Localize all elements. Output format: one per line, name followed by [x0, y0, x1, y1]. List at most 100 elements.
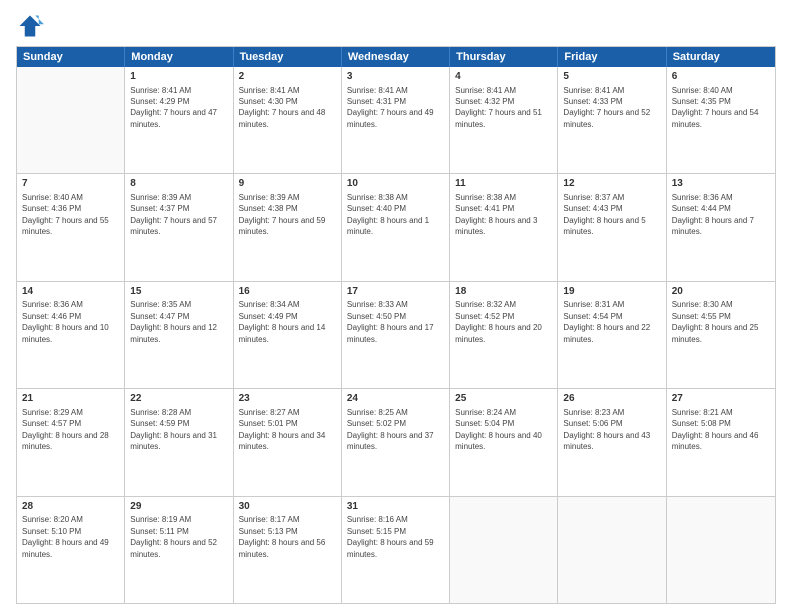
cell-info: Sunrise: 8:27 AMSunset: 5:01 PMDaylight:…	[239, 408, 326, 451]
logo-icon	[16, 12, 44, 40]
day-number: 15	[130, 285, 227, 299]
cell-info: Sunrise: 8:33 AMSunset: 4:50 PMDaylight:…	[347, 300, 434, 343]
calendar-row-0: 1 Sunrise: 8:41 AMSunset: 4:29 PMDaylight…	[17, 67, 775, 174]
day-number: 21	[22, 392, 119, 406]
header-day-saturday: Saturday	[667, 47, 775, 67]
day-cell-16: 16Sunrise: 8:34 AMSunset: 4:49 PMDayligh…	[234, 282, 342, 388]
day-cell-23: 23 Sunrise: 8:27 AMSunset: 5:01 PMDayligh…	[234, 389, 342, 495]
day-number: 26	[563, 392, 660, 406]
cell-info: Sunrise: 8:36 AMSunset: 4:44 PMDaylight:…	[672, 193, 754, 236]
day-cell-19: 19Sunrise: 8:31 AMSunset: 4:54 PMDayligh…	[558, 282, 666, 388]
cell-info: Sunrise: 8:32 AMSunset: 4:52 PMDaylight:…	[455, 300, 542, 343]
day-cell-15: 15Sunrise: 8:35 AMSunset: 4:47 PMDayligh…	[125, 282, 233, 388]
day-cell-2: 2 Sunrise: 8:41 AMSunset: 4:30 PMDaylight…	[234, 67, 342, 173]
day-cell-1: 1 Sunrise: 8:41 AMSunset: 4:29 PMDaylight…	[125, 67, 233, 173]
day-number: 27	[672, 392, 770, 406]
day-number: 18	[455, 285, 552, 299]
day-number: 20	[672, 285, 770, 299]
day-cell-12: 12Sunrise: 8:37 AMSunset: 4:43 PMDayligh…	[558, 174, 666, 280]
day-cell-empty	[558, 497, 666, 603]
day-cell-6: 6 Sunrise: 8:40 AMSunset: 4:35 PMDaylight…	[667, 67, 775, 173]
day-cell-18: 18Sunrise: 8:32 AMSunset: 4:52 PMDayligh…	[450, 282, 558, 388]
header-day-wednesday: Wednesday	[342, 47, 450, 67]
calendar-row-4: 28Sunrise: 8:20 AMSunset: 5:10 PMDayligh…	[17, 497, 775, 603]
header	[16, 12, 776, 40]
day-number: 22	[130, 392, 227, 406]
day-cell-3: 3 Sunrise: 8:41 AMSunset: 4:31 PMDaylight…	[342, 67, 450, 173]
cell-info: Sunrise: 8:24 AMSunset: 5:04 PMDaylight:…	[455, 408, 542, 451]
day-number: 23	[239, 392, 336, 406]
day-number: 1	[130, 70, 227, 84]
day-cell-empty	[450, 497, 558, 603]
calendar-row-3: 21 Sunrise: 8:29 AMSunset: 4:57 PMDayligh…	[17, 389, 775, 496]
cell-info: Sunrise: 8:19 AMSunset: 5:11 PMDaylight:…	[130, 515, 217, 558]
header-day-tuesday: Tuesday	[234, 47, 342, 67]
day-cell-7: 7 Sunrise: 8:40 AMSunset: 4:36 PMDaylight…	[17, 174, 125, 280]
day-number: 9	[239, 177, 336, 191]
page: SundayMondayTuesdayWednesdayThursdayFrid…	[0, 0, 792, 612]
day-cell-9: 9 Sunrise: 8:39 AMSunset: 4:38 PMDaylight…	[234, 174, 342, 280]
day-cell-8: 8 Sunrise: 8:39 AMSunset: 4:37 PMDaylight…	[125, 174, 233, 280]
header-day-friday: Friday	[558, 47, 666, 67]
cell-info: Sunrise: 8:17 AMSunset: 5:13 PMDaylight:…	[239, 515, 326, 558]
cell-info: Sunrise: 8:37 AMSunset: 4:43 PMDaylight:…	[563, 193, 645, 236]
header-day-monday: Monday	[125, 47, 233, 67]
cell-info: Sunrise: 8:41 AMSunset: 4:33 PMDaylight:…	[563, 86, 650, 129]
cell-info: Sunrise: 8:34 AMSunset: 4:49 PMDaylight:…	[239, 300, 326, 343]
cell-info: Sunrise: 8:39 AMSunset: 4:37 PMDaylight:…	[130, 193, 217, 236]
calendar-header: SundayMondayTuesdayWednesdayThursdayFrid…	[17, 47, 775, 67]
day-cell-empty	[667, 497, 775, 603]
day-cell-20: 20Sunrise: 8:30 AMSunset: 4:55 PMDayligh…	[667, 282, 775, 388]
day-number: 7	[22, 177, 119, 191]
cell-info: Sunrise: 8:41 AMSunset: 4:29 PMDaylight:…	[130, 86, 217, 129]
day-number: 31	[347, 500, 444, 514]
day-cell-25: 25Sunrise: 8:24 AMSunset: 5:04 PMDayligh…	[450, 389, 558, 495]
cell-info: Sunrise: 8:23 AMSunset: 5:06 PMDaylight:…	[563, 408, 650, 451]
day-cell-17: 17Sunrise: 8:33 AMSunset: 4:50 PMDayligh…	[342, 282, 450, 388]
day-cell-5: 5 Sunrise: 8:41 AMSunset: 4:33 PMDaylight…	[558, 67, 666, 173]
cell-info: Sunrise: 8:38 AMSunset: 4:41 PMDaylight:…	[455, 193, 537, 236]
day-cell-10: 10 Sunrise: 8:38 AMSunset: 4:40 PMDayligh…	[342, 174, 450, 280]
day-cell-27: 27Sunrise: 8:21 AMSunset: 5:08 PMDayligh…	[667, 389, 775, 495]
calendar-body: 1 Sunrise: 8:41 AMSunset: 4:29 PMDaylight…	[17, 67, 775, 603]
day-number: 4	[455, 70, 552, 84]
header-day-thursday: Thursday	[450, 47, 558, 67]
day-number: 17	[347, 285, 444, 299]
cell-info: Sunrise: 8:39 AMSunset: 4:38 PMDaylight:…	[239, 193, 326, 236]
cell-info: Sunrise: 8:31 AMSunset: 4:54 PMDaylight:…	[563, 300, 650, 343]
cell-info: Sunrise: 8:30 AMSunset: 4:55 PMDaylight:…	[672, 300, 759, 343]
day-number: 6	[672, 70, 770, 84]
calendar-row-1: 7 Sunrise: 8:40 AMSunset: 4:36 PMDaylight…	[17, 174, 775, 281]
cell-info: Sunrise: 8:41 AMSunset: 4:30 PMDaylight:…	[239, 86, 326, 129]
day-cell-14: 14Sunrise: 8:36 AMSunset: 4:46 PMDayligh…	[17, 282, 125, 388]
day-cell-30: 30Sunrise: 8:17 AMSunset: 5:13 PMDayligh…	[234, 497, 342, 603]
day-cell-29: 29Sunrise: 8:19 AMSunset: 5:11 PMDayligh…	[125, 497, 233, 603]
cell-info: Sunrise: 8:40 AMSunset: 4:35 PMDaylight:…	[672, 86, 759, 129]
cell-info: Sunrise: 8:38 AMSunset: 4:40 PMDaylight:…	[347, 193, 429, 236]
day-cell-31: 31Sunrise: 8:16 AMSunset: 5:15 PMDayligh…	[342, 497, 450, 603]
day-cell-22: 22 Sunrise: 8:28 AMSunset: 4:59 PMDayligh…	[125, 389, 233, 495]
cell-info: Sunrise: 8:41 AMSunset: 4:32 PMDaylight:…	[455, 86, 542, 129]
day-number: 30	[239, 500, 336, 514]
day-cell-13: 13Sunrise: 8:36 AMSunset: 4:44 PMDayligh…	[667, 174, 775, 280]
header-day-sunday: Sunday	[17, 47, 125, 67]
day-number: 24	[347, 392, 444, 406]
day-number: 2	[239, 70, 336, 84]
cell-info: Sunrise: 8:28 AMSunset: 4:59 PMDaylight:…	[130, 408, 217, 451]
day-number: 5	[563, 70, 660, 84]
calendar-row-2: 14Sunrise: 8:36 AMSunset: 4:46 PMDayligh…	[17, 282, 775, 389]
day-number: 10	[347, 177, 444, 191]
cell-info: Sunrise: 8:40 AMSunset: 4:36 PMDaylight:…	[22, 193, 109, 236]
day-cell-11: 11 Sunrise: 8:38 AMSunset: 4:41 PMDayligh…	[450, 174, 558, 280]
logo	[16, 12, 48, 40]
day-number: 28	[22, 500, 119, 514]
day-number: 8	[130, 177, 227, 191]
day-number: 3	[347, 70, 444, 84]
cell-info: Sunrise: 8:29 AMSunset: 4:57 PMDaylight:…	[22, 408, 109, 451]
cell-info: Sunrise: 8:41 AMSunset: 4:31 PMDaylight:…	[347, 86, 434, 129]
day-cell-empty	[17, 67, 125, 173]
day-number: 11	[455, 177, 552, 191]
day-cell-21: 21 Sunrise: 8:29 AMSunset: 4:57 PMDayligh…	[17, 389, 125, 495]
day-number: 19	[563, 285, 660, 299]
day-cell-4: 4 Sunrise: 8:41 AMSunset: 4:32 PMDaylight…	[450, 67, 558, 173]
